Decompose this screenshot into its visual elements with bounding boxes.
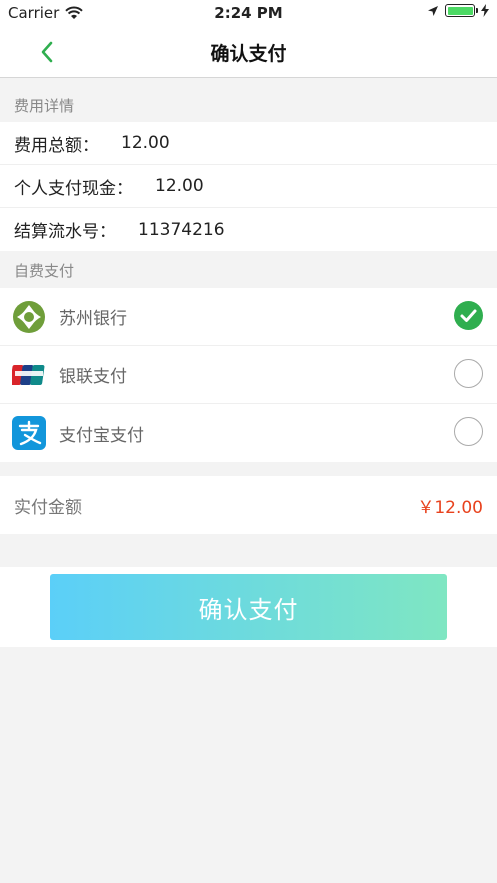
fee-total-label: 费用总额： [14, 135, 99, 156]
page-title: 确认支付 [210, 43, 287, 65]
payment-methods-group: 苏州银行 银联支付 支付宝支付 [0, 288, 497, 462]
fee-total-row: 费用总额： 12.00 [0, 122, 497, 165]
suzhou-bank-label: 苏州银行 [59, 309, 127, 329]
personal-cash-value: 12.00 [155, 176, 204, 196]
personal-cash-row: 个人支付现金： 12.00 [0, 165, 497, 208]
charging-bolt-icon [481, 4, 489, 17]
alipay-icon [12, 416, 46, 450]
nav-bar: 确认支付 [0, 26, 497, 78]
actual-amount-row: 实付金额 ￥12.00 [0, 476, 497, 534]
confirm-pay-button[interactable]: 确认支付 [50, 574, 447, 640]
status-bar: Carrier 2:24 PM [0, 0, 497, 26]
payment-method-alipay[interactable]: 支付宝支付 [0, 404, 497, 462]
alipay-radio[interactable] [454, 417, 483, 446]
serial-number-row: 结算流水号： 11374216 [0, 208, 497, 251]
suzhou-bank-radio[interactable] [454, 301, 483, 330]
serial-number-label: 结算流水号： [14, 222, 116, 242]
status-time: 2:24 PM [214, 4, 283, 22]
payment-method-unionpay[interactable]: 银联支付 [0, 346, 497, 404]
suzhou-bank-icon [12, 300, 46, 334]
self-pay-header: 自费支付 [14, 262, 75, 280]
alipay-label: 支付宝支付 [59, 425, 144, 446]
location-arrow-icon [428, 5, 438, 16]
status-right [427, 4, 489, 17]
fee-details-header: 费用详情 [14, 97, 75, 115]
fee-details-group: 费用总额： 12.00 个人支付现金： 12.00 结算流水号： 1137421… [0, 122, 497, 251]
actual-amount-label: 实付金额 [14, 497, 82, 518]
personal-cash-label: 个人支付现金： [14, 178, 133, 199]
unionpay-icon [12, 358, 46, 392]
serial-number-value: 11374216 [138, 219, 225, 240]
confirm-button-area: 确认支付 [0, 567, 497, 647]
actual-amount-value: ￥12.00 [417, 497, 483, 518]
unionpay-radio[interactable] [454, 359, 483, 388]
battery-icon [445, 4, 478, 17]
payment-method-suzhou-bank[interactable]: 苏州银行 [0, 288, 497, 346]
unionpay-label: 银联支付 [59, 367, 127, 387]
fee-total-value: 12.00 [121, 133, 170, 153]
check-icon [460, 309, 477, 322]
